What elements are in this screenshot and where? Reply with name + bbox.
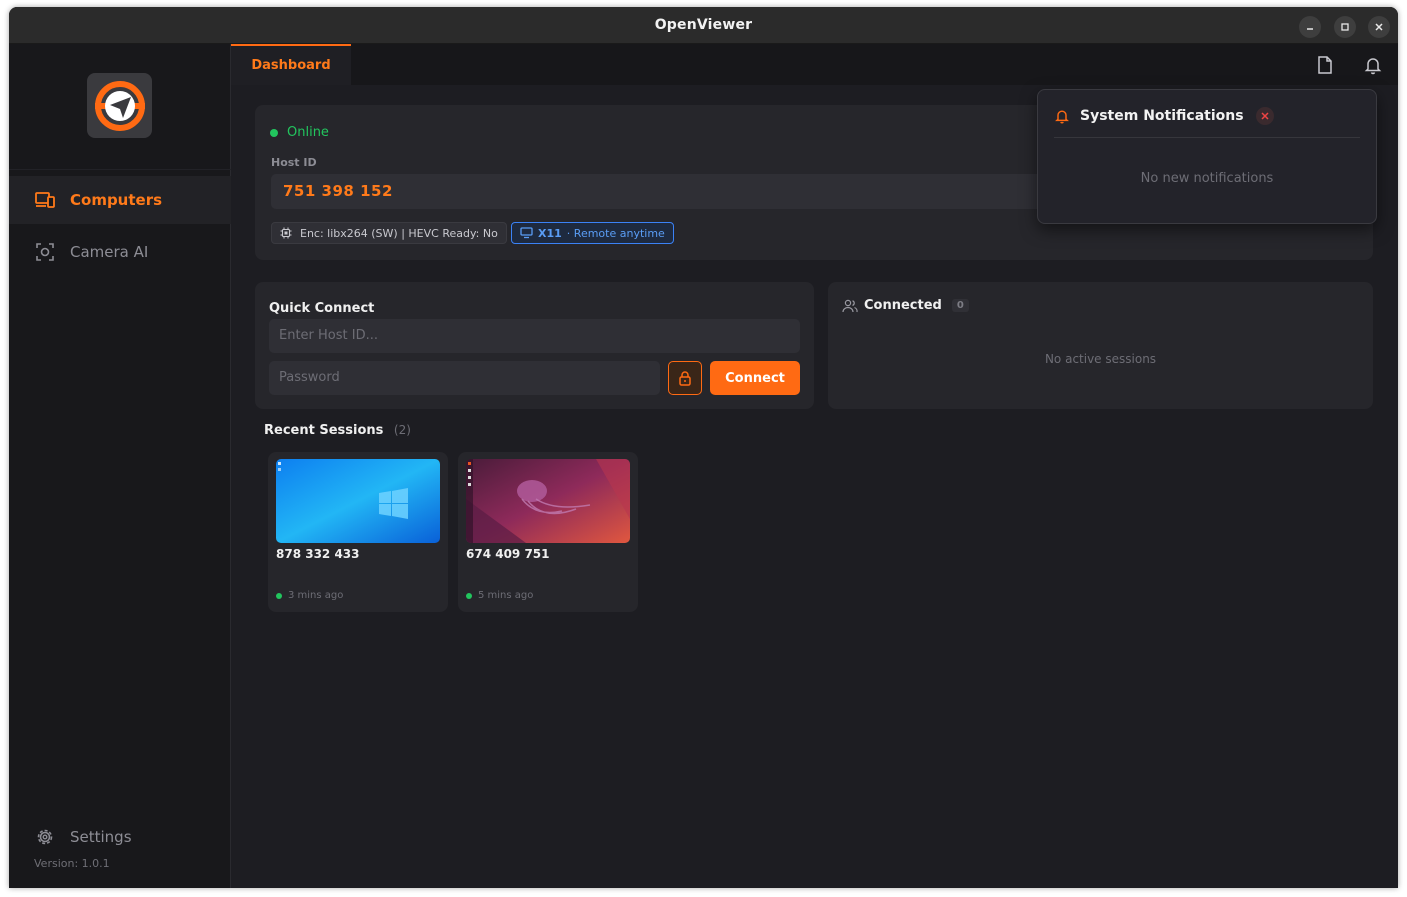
no-notifications-text: No new notifications: [1140, 171, 1274, 186]
encoder-text: Enc: libx264 (SW) | HEVC Ready: No: [300, 226, 498, 240]
status-indicator: Online: [270, 125, 329, 140]
session-time: 3 mins ago: [276, 590, 343, 601]
display-server-badge: X11 · Remote anytime: [511, 222, 674, 244]
maximize-button[interactable]: [1334, 16, 1356, 38]
close-icon: [1375, 23, 1383, 31]
notifications-divider: [1054, 137, 1360, 138]
sidebar-divider: [9, 169, 231, 170]
status-text: Online: [287, 125, 329, 140]
connected-card: Connected 0 No active sessions: [828, 282, 1373, 409]
camera-focus-icon: [35, 242, 55, 262]
notifications-popover: System Notifications No new notification…: [1037, 89, 1377, 224]
session-host-id: 878 332 433: [276, 547, 360, 561]
connected-title: Connected: [864, 298, 942, 313]
sidebar-item-settings[interactable]: Settings: [9, 813, 231, 861]
notifications-header: System Notifications: [1054, 107, 1274, 125]
session-time-text: 5 mins ago: [478, 590, 534, 601]
notifications-title: System Notifications: [1080, 108, 1244, 124]
users-icon: [842, 299, 858, 312]
session-thumbnail-ubuntu: [466, 459, 630, 543]
openviewer-logo-icon: [94, 80, 145, 131]
online-dot: [276, 592, 282, 599]
quick-connect-card: Quick Connect Enter Host ID... Password …: [255, 282, 814, 409]
version-label: Version: 1.0.1: [34, 857, 110, 870]
session-card[interactable]: 878 332 433 3 mins ago: [268, 452, 448, 612]
session-card[interactable]: 674 409 751 5 mins ago: [458, 452, 638, 612]
access-mode-text: · Remote anytime: [566, 226, 665, 240]
connected-count-badge: 0: [951, 299, 969, 312]
session-thumbnail-windows: [276, 459, 440, 543]
sidebar-item-computers[interactable]: Computers: [9, 176, 231, 224]
tab-bar: Dashboard: [231, 44, 1398, 85]
lock-button[interactable]: [668, 361, 702, 395]
recent-sessions-count: (2): [393, 423, 411, 437]
no-sessions-text: No active sessions: [1044, 352, 1157, 366]
window-title: OpenViewer: [654, 17, 753, 33]
minimize-icon: [1307, 28, 1313, 30]
app-logo: [87, 73, 152, 138]
session-time: 5 mins ago: [466, 590, 533, 601]
encoder-badge: Enc: libx264 (SW) | HEVC Ready: No: [271, 222, 507, 244]
host-id-label: Host ID: [271, 156, 317, 169]
quick-connect-title: Quick Connect: [269, 301, 375, 316]
lock-icon: [679, 371, 691, 386]
sidebar: Computers Camera AI Settings Version: 1.…: [9, 44, 231, 888]
close-button[interactable]: [1368, 16, 1390, 38]
session-time-text: 3 mins ago: [288, 590, 344, 601]
notifications-button[interactable]: [1363, 55, 1383, 75]
document-button[interactable]: [1315, 55, 1335, 75]
monitor-icon: [520, 227, 533, 239]
bell-icon: [1364, 58, 1382, 75]
password-input[interactable]: Password: [269, 361, 660, 395]
document-icon: [1318, 56, 1332, 74]
session-host-id: 674 409 751: [466, 547, 550, 561]
recent-sessions-title: Recent Sessions: [264, 423, 384, 438]
recent-sessions-header: Recent Sessions (2): [264, 423, 411, 438]
bell-icon: [1055, 110, 1069, 124]
connected-header: Connected 0: [842, 298, 969, 313]
tab-dashboard[interactable]: Dashboard: [231, 44, 351, 85]
devices-icon: [35, 190, 55, 210]
gear-icon: [35, 827, 55, 847]
minimize-button[interactable]: [1299, 16, 1321, 38]
online-dot: [270, 128, 278, 137]
host-id-input[interactable]: Enter Host ID...: [269, 319, 800, 353]
display-server-text: X11: [538, 226, 562, 240]
connect-button[interactable]: Connect: [710, 361, 800, 395]
close-icon: [1261, 112, 1269, 120]
sidebar-item-label: Computers: [70, 191, 163, 209]
maximize-icon: [1341, 23, 1349, 31]
settings-label: Settings: [70, 828, 132, 846]
title-bar[interactable]: OpenViewer: [9, 7, 1398, 44]
notifications-close-button[interactable]: [1255, 107, 1274, 125]
online-dot: [466, 592, 472, 599]
app-window: OpenViewer Computers Camera AI Settings …: [9, 7, 1398, 888]
sidebar-item-camera-ai[interactable]: Camera AI: [9, 228, 231, 276]
sidebar-item-label: Camera AI: [70, 243, 149, 261]
chip-icon: [280, 227, 292, 239]
